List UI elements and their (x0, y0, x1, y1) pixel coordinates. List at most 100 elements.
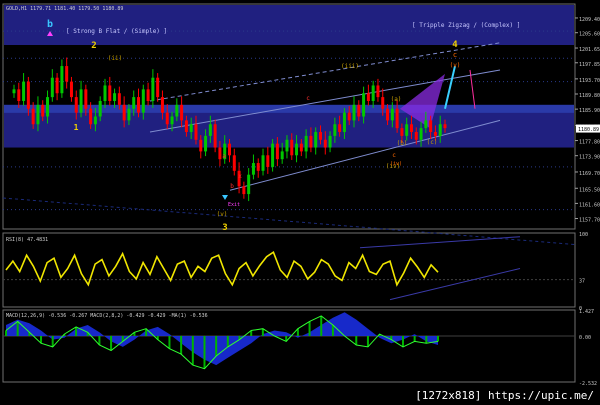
price-panel-title: GOLD,H1 1179.71 1181.40 1179.50 1180.89 (6, 6, 123, 12)
candle-body (290, 139, 294, 156)
panel-frame (2, 309, 576, 383)
price-tick-label: 1189.80 (579, 93, 600, 99)
candle-body (41, 104, 45, 117)
price-tick-label: 1165.50 (579, 187, 600, 193)
candle-body (31, 108, 35, 125)
wave-label: (a) (391, 96, 402, 103)
candle-body (151, 77, 155, 101)
price-tick-label: 1201.65 (579, 47, 600, 53)
candle-body (12, 89, 16, 94)
wave-label: (iv) (390, 161, 402, 167)
candle-body (433, 132, 437, 136)
rsi-panel-title: RSI(8) 47.4831 (6, 237, 48, 243)
candle-body (170, 116, 174, 125)
candle-body (146, 89, 150, 101)
candle-body (36, 104, 40, 125)
macd-tick-label: -2.532 (579, 381, 597, 387)
candle-body (352, 104, 356, 121)
candle-body (74, 97, 78, 113)
candle-body (376, 85, 380, 98)
candle-body (299, 143, 303, 152)
wave-label: 4 (452, 40, 458, 50)
image-source-footer: [1272x818] https://upic.me/ (415, 389, 594, 402)
candle-body (156, 77, 160, 98)
candle-body (103, 85, 107, 101)
candle-body (342, 112, 346, 133)
wave-label: c (453, 51, 457, 59)
candle-body (247, 174, 251, 195)
candle-body (160, 97, 164, 113)
candle-body (362, 93, 366, 117)
wave-label: x (238, 173, 242, 180)
rsi-tick-label: 100 (579, 232, 588, 238)
candle-body (395, 108, 399, 129)
candle-body (314, 132, 318, 148)
candle-body (381, 97, 385, 109)
candle-body (295, 143, 299, 156)
candle-body (405, 124, 409, 136)
candle-body (194, 124, 198, 140)
candle-body (65, 66, 69, 82)
candle-body (17, 89, 21, 101)
candle-body (318, 132, 322, 140)
candle-body (304, 135, 308, 152)
candle-body (60, 66, 64, 94)
candle-body (429, 120, 433, 133)
candle-body (189, 124, 193, 133)
candle-body (208, 124, 212, 136)
candle-body (275, 143, 279, 160)
candle-body (93, 116, 97, 125)
candle-body (347, 112, 351, 121)
candle-body (390, 108, 394, 121)
wave-label: c (306, 95, 310, 102)
candle-body (309, 135, 313, 148)
candle-body (204, 135, 208, 152)
candle-body (127, 108, 131, 121)
price-tick-label: 1161.60 (579, 202, 600, 208)
candle-body (199, 139, 203, 152)
annotation-exit: Exit (228, 202, 240, 208)
price-tick-label: 1209.40 (579, 17, 600, 23)
wave-label: (ii) (108, 55, 122, 62)
candle-body (285, 139, 289, 152)
candle-body (232, 155, 236, 171)
price-tick-label: 1177.80 (579, 140, 600, 146)
candle-body (424, 120, 428, 129)
candle-body (438, 124, 442, 136)
rsi-tick-label: 37 (579, 279, 585, 285)
wave-label: (v) (217, 211, 228, 218)
candle-body (55, 77, 59, 94)
candle-body (242, 186, 246, 195)
candle-body (122, 104, 126, 121)
candle-body (419, 128, 423, 140)
macd-panel-title: MACD(12,26,9) -0.536 -0.267 MACD(2,8,2) … (6, 313, 208, 319)
trading-chart: 1209.40 1205.60 1201.65 1197.85 1193.70 1189.… (2, 3, 600, 387)
price-tick-label: 1205.60 (579, 32, 600, 38)
candle-body (213, 124, 217, 148)
candle-body (84, 89, 88, 109)
wave-label: 3 (222, 223, 227, 233)
candle-body (175, 104, 179, 117)
candle-body (414, 132, 418, 140)
candle-body (357, 104, 361, 117)
candle-body (180, 104, 184, 121)
panel-frame (2, 232, 576, 308)
candle-body (26, 81, 30, 109)
candle-body (386, 108, 390, 121)
wave-label: (c) (427, 139, 438, 146)
price-tick-label: 1157.70 (579, 218, 600, 224)
candle-body (184, 120, 188, 133)
wave-label: (iii) (341, 63, 359, 70)
candle-body (46, 97, 50, 117)
candle-body (50, 77, 54, 98)
wave-label: c (392, 152, 396, 159)
candle-body (228, 143, 231, 156)
wave-label: (b) (397, 140, 408, 147)
candle-body (69, 81, 73, 98)
candle-body (261, 155, 265, 171)
candle-body (79, 89, 83, 113)
candle-body (400, 128, 404, 136)
wave-label: a (222, 153, 226, 160)
candle-body (137, 97, 141, 113)
candle-body (108, 85, 112, 101)
